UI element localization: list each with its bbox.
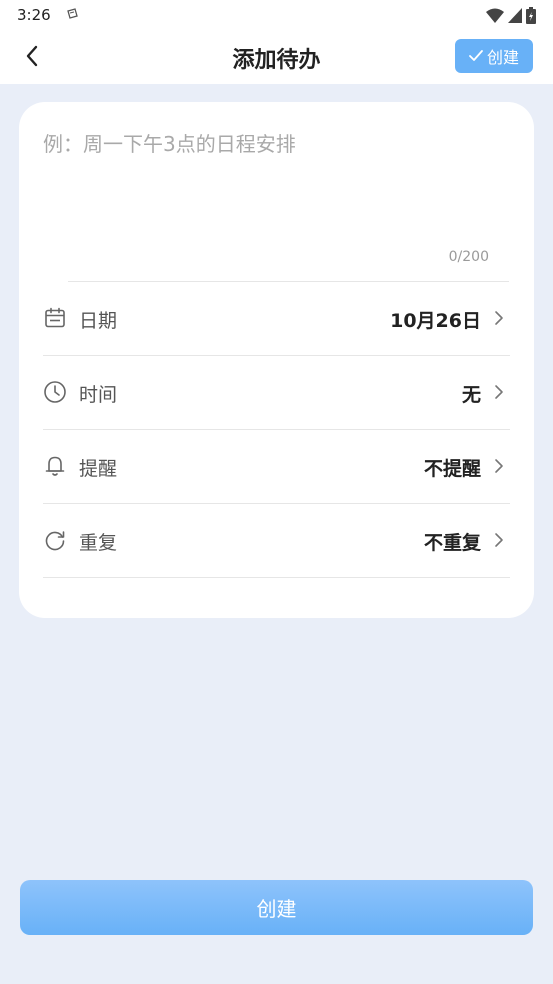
notification-icon bbox=[67, 8, 78, 19]
create-button-top[interactable]: 创建 bbox=[455, 39, 533, 73]
row-date-value: 10月26日 bbox=[390, 310, 481, 332]
row-date[interactable]: 日期 10月26日 bbox=[43, 282, 510, 356]
row-reminder[interactable]: 提醒 不提醒 bbox=[43, 430, 510, 504]
repeat-icon bbox=[45, 531, 65, 551]
chevron-right-icon bbox=[495, 459, 503, 473]
row-reminder-value: 不提醒 bbox=[423, 458, 481, 480]
check-icon bbox=[469, 50, 483, 61]
row-time-label: 时间 bbox=[79, 384, 118, 406]
create-button-top-label: 创建 bbox=[486, 48, 519, 67]
bell-icon bbox=[45, 456, 65, 476]
top-bar: 3:26 添加待办 创建 bbox=[0, 0, 553, 84]
calendar-icon bbox=[45, 307, 65, 328]
chevron-right-icon bbox=[495, 385, 503, 399]
clock-icon bbox=[44, 381, 66, 403]
row-repeat[interactable]: 重复 不重复 bbox=[43, 504, 510, 578]
chevron-right-icon bbox=[495, 311, 503, 325]
status-icons bbox=[486, 6, 536, 24]
row-reminder-label: 提醒 bbox=[79, 458, 118, 480]
chevron-right-icon bbox=[495, 533, 503, 547]
form-card: 0/200 日期 10月26日 时间 无 提醒 bbox=[19, 102, 534, 618]
row-repeat-label: 重复 bbox=[79, 532, 118, 554]
nav-bar: 添加待办 创建 bbox=[0, 30, 553, 84]
create-button[interactable]: 创建 bbox=[20, 880, 533, 935]
row-time-value: 无 bbox=[461, 384, 481, 406]
row-date-label: 日期 bbox=[79, 310, 118, 332]
signal-icon bbox=[508, 7, 522, 23]
row-time[interactable]: 时间 无 bbox=[43, 356, 510, 430]
battery-icon bbox=[526, 6, 536, 24]
status-bar: 3:26 bbox=[0, 0, 553, 30]
char-counter: 0/200 bbox=[448, 249, 489, 265]
status-time: 3:26 bbox=[17, 6, 51, 24]
wifi-icon bbox=[486, 8, 504, 23]
row-repeat-value: 不重复 bbox=[423, 532, 481, 554]
todo-content-input[interactable] bbox=[43, 128, 510, 238]
